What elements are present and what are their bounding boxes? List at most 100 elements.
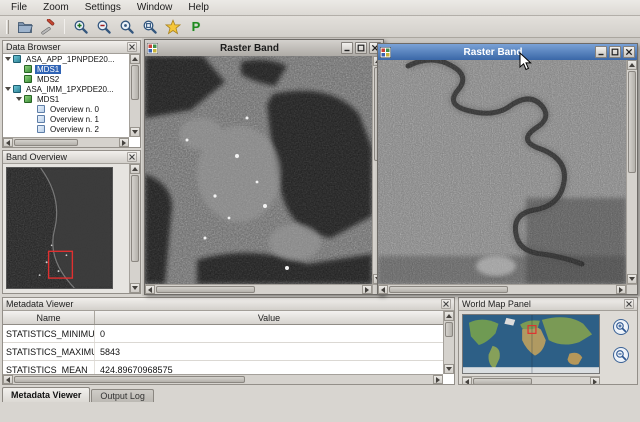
favorites-button[interactable] xyxy=(163,17,183,36)
scroll-down-button[interactable] xyxy=(627,274,637,284)
scroll-down-button[interactable] xyxy=(444,364,454,374)
menu-window[interactable]: Window xyxy=(130,1,180,14)
scroll-left-button[interactable] xyxy=(145,285,155,294)
scroll-right-button[interactable] xyxy=(616,285,626,294)
scrollbar-track[interactable] xyxy=(472,377,590,384)
tree-item-overview-1[interactable]: Overview n. 1 xyxy=(3,114,129,124)
scrollbar-track[interactable] xyxy=(130,64,140,127)
metadata-vertical-scrollbar[interactable] xyxy=(443,311,454,374)
scrollbar-track[interactable] xyxy=(13,375,433,384)
scrollbar-track[interactable] xyxy=(13,138,119,147)
scroll-down-button[interactable] xyxy=(130,283,140,293)
tree-item-product-1[interactable]: ASA_APP_1PNPDE20... xyxy=(3,54,129,64)
minimize-button[interactable] xyxy=(341,42,353,54)
column-header-value[interactable]: Value xyxy=(95,311,443,324)
band-overview-thumbnail[interactable] xyxy=(6,167,113,289)
application-window: File Zoom Settings Window Help xyxy=(0,0,640,422)
scrollbar-track[interactable] xyxy=(627,70,637,274)
zoom-fit-button[interactable] xyxy=(140,17,160,36)
world-map-horizontal-scrollbar[interactable] xyxy=(462,376,600,384)
tree-item-label: Overview n. 0 xyxy=(48,105,101,114)
scroll-left-button[interactable] xyxy=(3,138,13,147)
raster-image-2[interactable] xyxy=(378,60,626,284)
zoom-actual-button[interactable] xyxy=(117,17,137,36)
maximize-button[interactable] xyxy=(355,42,367,54)
expander-icon[interactable] xyxy=(16,97,22,101)
tab-output-log[interactable]: Output Log xyxy=(91,389,154,402)
scroll-up-button[interactable] xyxy=(444,311,454,321)
band-overview-close-button[interactable] xyxy=(127,152,137,162)
scroll-left-button[interactable] xyxy=(3,375,13,384)
world-map-close-button[interactable] xyxy=(624,299,634,309)
scrollbar-thumb[interactable] xyxy=(131,65,139,100)
data-browser-close-button[interactable] xyxy=(127,42,137,52)
raster-band-window-2[interactable]: Raster Band xyxy=(377,43,638,295)
raster-2-horizontal-scrollbar[interactable] xyxy=(378,284,626,294)
scroll-down-button[interactable] xyxy=(130,127,140,137)
menu-settings[interactable]: Settings xyxy=(78,1,128,14)
close-button[interactable] xyxy=(623,46,635,58)
menu-help[interactable]: Help xyxy=(181,1,216,14)
world-map-panel: World Map Panel xyxy=(458,297,638,385)
scroll-up-button[interactable] xyxy=(130,54,140,64)
tree-item-mds1[interactable]: MDS1 xyxy=(3,64,129,74)
scrollbar-thumb[interactable] xyxy=(14,376,245,383)
table-row[interactable]: STATISTICS_MEAN 424.89670968575 xyxy=(3,361,443,374)
metadata-viewer-close-button[interactable] xyxy=(441,299,451,309)
raster-image-1[interactable] xyxy=(145,56,372,284)
minimize-button[interactable] xyxy=(595,46,607,58)
scroll-up-button[interactable] xyxy=(627,60,637,70)
raster-2-vertical-scrollbar[interactable] xyxy=(626,60,637,284)
maximize-button[interactable] xyxy=(609,46,621,58)
metadata-horizontal-scrollbar[interactable] xyxy=(3,374,443,384)
expander-icon[interactable] xyxy=(5,57,11,61)
pan-button[interactable]: P xyxy=(186,17,206,36)
tab-metadata-viewer[interactable]: Metadata Viewer xyxy=(2,387,90,402)
tools-button[interactable] xyxy=(38,17,58,36)
world-map-zoom-in-button[interactable] xyxy=(613,319,629,335)
scroll-right-button[interactable] xyxy=(362,285,372,294)
raster-window-1-titlebar[interactable]: Raster Band xyxy=(145,40,383,56)
tree-item-product-2[interactable]: ASA_IMM_1PXPDE20... xyxy=(3,84,129,94)
menu-file[interactable]: File xyxy=(4,1,34,14)
scrollbar-thumb[interactable] xyxy=(389,286,508,293)
world-map-zoom-out-button[interactable] xyxy=(613,347,629,363)
menu-zoom[interactable]: Zoom xyxy=(36,1,76,14)
zoom-out-button[interactable] xyxy=(94,17,114,36)
scrollbar-thumb[interactable] xyxy=(473,378,532,384)
scrollbar-thumb[interactable] xyxy=(131,175,139,262)
data-browser-horizontal-scrollbar[interactable] xyxy=(3,137,129,147)
tree-item-overview-0[interactable]: Overview n. 0 xyxy=(3,104,129,114)
scrollbar-thumb[interactable] xyxy=(156,286,255,293)
scroll-right-button[interactable] xyxy=(590,377,600,384)
scroll-right-button[interactable] xyxy=(433,375,443,384)
data-browser-vertical-scrollbar[interactable] xyxy=(129,54,140,137)
column-header-name[interactable]: Name xyxy=(3,311,95,324)
scrollbar-thumb[interactable] xyxy=(445,322,453,337)
expander-icon[interactable] xyxy=(5,87,11,91)
zoom-in-button[interactable] xyxy=(71,17,91,36)
tree-item-mds1-2[interactable]: MDS1 xyxy=(3,94,129,104)
scrollbar-thumb[interactable] xyxy=(628,71,636,173)
scroll-left-button[interactable] xyxy=(378,285,388,294)
scroll-right-button[interactable] xyxy=(119,138,129,147)
toolbar-grip[interactable] xyxy=(6,20,9,34)
scrollbar-thumb[interactable] xyxy=(14,139,78,146)
table-row[interactable]: STATISTICS_MAXIMUM 5843 xyxy=(3,343,443,361)
world-map-view[interactable] xyxy=(462,314,600,374)
scrollbar-track[interactable] xyxy=(444,321,454,364)
scrollbar-track[interactable] xyxy=(155,285,362,294)
scrollbar-track[interactable] xyxy=(388,285,616,294)
table-row[interactable]: STATISTICS_MINIMUM 0 xyxy=(3,325,443,343)
open-folder-button[interactable] xyxy=(15,17,35,36)
tree-item-mds2[interactable]: MDS2 xyxy=(3,74,129,84)
tree-item-overview-2[interactable]: Overview n. 2 xyxy=(3,124,129,134)
scroll-left-button[interactable] xyxy=(462,377,472,384)
raster-band-window-1[interactable]: Raster Band xyxy=(144,39,384,295)
overview-image xyxy=(7,168,112,288)
raster-1-horizontal-scrollbar[interactable] xyxy=(145,284,372,294)
raster-window-2-titlebar[interactable]: Raster Band xyxy=(378,44,637,60)
band-overview-vertical-scrollbar[interactable] xyxy=(129,164,140,293)
scrollbar-track[interactable] xyxy=(130,174,140,283)
scroll-up-button[interactable] xyxy=(130,164,140,174)
